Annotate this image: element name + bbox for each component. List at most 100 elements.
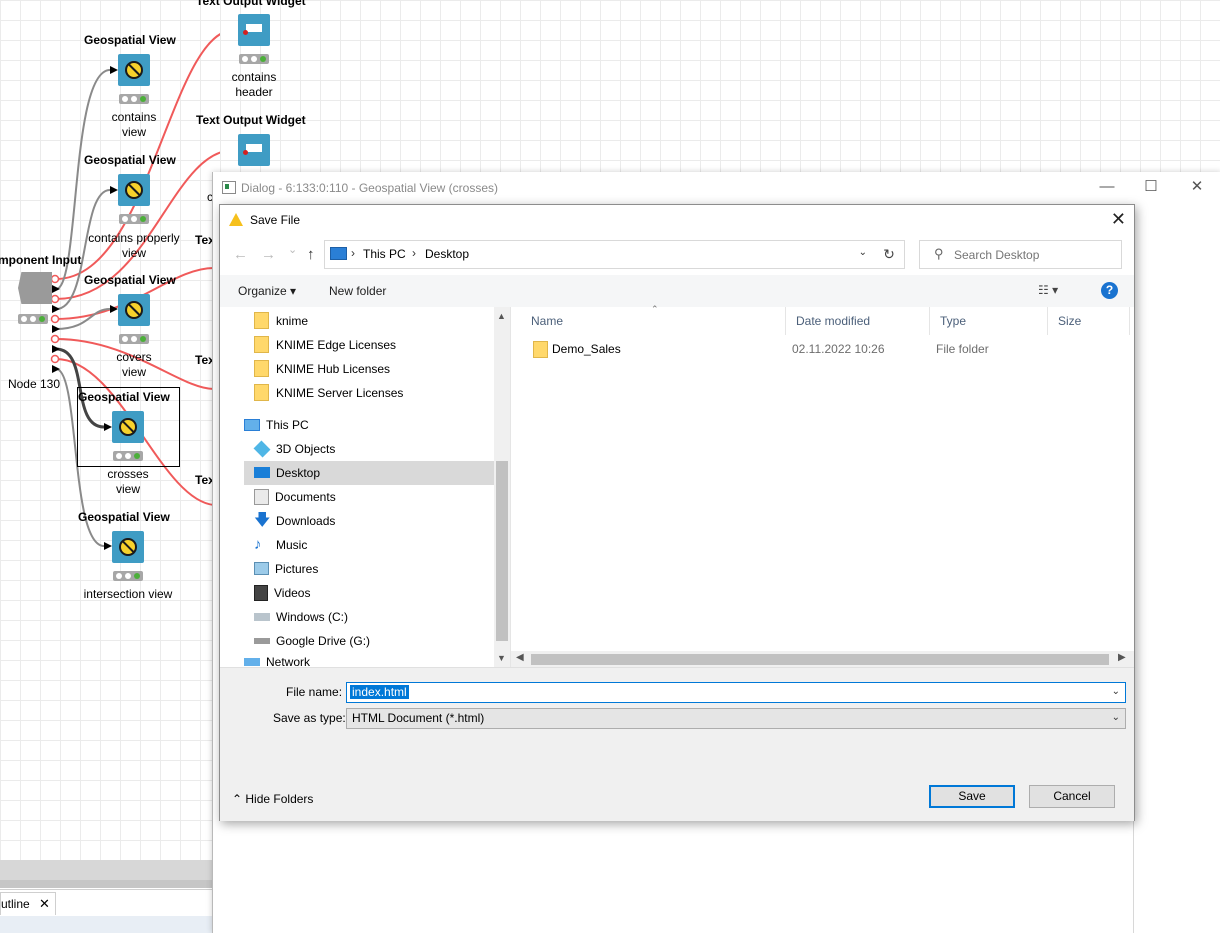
breadcrumb-separator: › [412, 246, 416, 260]
tree-item-label: 3D Objects [276, 442, 336, 456]
navigation-bar: ← → ⌄ ↑ › This PC › Desktop ⌄ ↻ ⚲ [220, 235, 1134, 275]
close-icon[interactable]: ✕ [1111, 209, 1126, 230]
scrollbar-thumb[interactable] [531, 654, 1109, 665]
scrollbar-thumb[interactable] [496, 461, 508, 641]
geospatial-view-icon[interactable] [118, 294, 150, 326]
column-header-date-modified[interactable]: Date modified [786, 307, 930, 335]
tree-item-this-pc[interactable]: This PC [244, 413, 309, 437]
node-label-line: header [235, 85, 273, 99]
node-title: Geospatial View [78, 390, 170, 404]
close-icon[interactable]: ✕ [39, 896, 50, 912]
scroll-left-icon[interactable]: ◀ [516, 652, 524, 663]
tree-item-3d-objects[interactable]: 3D Objects [253, 437, 336, 461]
address-bar[interactable]: › This PC › Desktop ⌄ [324, 240, 876, 269]
organize-button[interactable]: Organize ▾ [238, 284, 296, 298]
chevron-down-icon[interactable]: ⌄ [1112, 712, 1120, 723]
scroll-down-icon[interactable]: ▼ [497, 653, 506, 663]
geospatial-view-icon[interactable] [112, 531, 144, 563]
new-folder-button[interactable]: New folder [329, 284, 386, 298]
tree-item-knime-edge-licenses[interactable]: KNIME Edge Licenses [254, 333, 396, 357]
tree-item-label: Google Drive (G:) [276, 634, 371, 648]
hide-folders-button[interactable]: ⌃ Hide Folders [232, 792, 313, 806]
tree-item-label: Pictures [275, 562, 319, 576]
save-as-type-value: HTML Document (*.html) [352, 711, 485, 725]
tree-item-documents[interactable]: Documents [254, 485, 336, 509]
file-name: Demo_Sales [552, 342, 621, 356]
node-title: Text Output Widget [196, 0, 306, 8]
file-list-hscrollbar[interactable]: ◀ ▶ [511, 651, 1134, 667]
tree-item-label: This PC [266, 418, 309, 432]
geospatial-view-icon[interactable] [112, 411, 144, 443]
chevron-down-icon[interactable]: ⌄ [1112, 686, 1120, 697]
tree-item-knime[interactable]: knime [254, 309, 308, 333]
tree-item-label: knime [276, 314, 309, 328]
tree-item-label: Videos [274, 586, 311, 600]
node-title: Geospatial View [84, 33, 176, 47]
view-options-button[interactable]: ☷ ▾ [1038, 283, 1058, 297]
help-icon[interactable]: ? [1101, 282, 1118, 299]
save-button[interactable]: Save [929, 785, 1015, 808]
file-name-value[interactable]: index.html [350, 685, 409, 699]
maximize-icon[interactable]: ☐ [1131, 176, 1171, 198]
file-name-field[interactable]: index.html ⌄ [346, 682, 1126, 703]
tree-item-knime-hub-licenses[interactable]: KNIME Hub Licenses [254, 357, 390, 381]
forward-arrow-icon[interactable]: → [261, 246, 276, 263]
tree-item-label: Downloads [276, 514, 336, 528]
tree-item-label: Documents [275, 490, 336, 504]
node-title: Geospatial View [78, 510, 170, 524]
node-label: contains view [94, 110, 174, 140]
refresh-button[interactable]: ↻ [874, 240, 905, 269]
tree-item-network[interactable]: Network [244, 657, 310, 667]
close-icon[interactable]: ✕ [1177, 176, 1217, 198]
component-input-title: mponent Input [0, 253, 82, 267]
scroll-up-icon[interactable]: ▲ [497, 311, 506, 321]
node-label-line: view [115, 482, 140, 496]
geospatial-view-icon[interactable] [118, 54, 150, 86]
up-arrow-icon[interactable]: ↑ [307, 246, 315, 263]
tree-item-knime-server-licenses[interactable]: KNIME Server Licenses [254, 381, 403, 405]
search-input[interactable] [952, 245, 1116, 265]
nav-pane-scrollbar[interactable]: ▲ ▼ [494, 307, 510, 667]
breadcrumb-desktop[interactable]: Desktop [425, 247, 469, 261]
minimize-icon[interactable]: — [1087, 176, 1127, 198]
recent-locations-icon[interactable]: ⌄ [288, 243, 297, 256]
cancel-button[interactable]: Cancel [1029, 785, 1115, 808]
back-arrow-icon[interactable]: ← [233, 246, 248, 263]
sort-ascending-icon: ⌃ [651, 304, 659, 314]
file-row[interactable]: Demo_Sales 02.11.2022 10:26 File folder [511, 337, 1134, 361]
tree-item-music[interactable]: ♪ Music [254, 533, 307, 557]
breadcrumb-this-pc[interactable]: This PC [363, 247, 406, 261]
file-name-label: File name: [286, 685, 343, 699]
tree-item-desktop[interactable]: Desktop [244, 461, 494, 485]
tab-outline-label: utline [1, 897, 30, 911]
folder-icon [254, 360, 269, 378]
tree-item-label: KNIME Server Licenses [276, 386, 404, 400]
node-label-line: view [121, 246, 146, 260]
text-output-widget-icon[interactable] [238, 134, 270, 166]
desktop-icon [254, 467, 270, 479]
tree-item-windows-c[interactable]: Windows (C:) [254, 605, 348, 629]
geospatial-view-icon[interactable] [118, 174, 150, 206]
tab-outline[interactable]: utline ✕ [0, 892, 56, 915]
tree-item-pictures[interactable]: Pictures [254, 557, 318, 581]
text-output-widget-icon[interactable] [238, 14, 270, 46]
file-type: File folder [936, 342, 989, 356]
column-header-type[interactable]: Type [930, 307, 1048, 335]
file-date-modified: 02.11.2022 10:26 [792, 342, 885, 356]
component-input-node[interactable] [18, 272, 52, 304]
tree-item-videos[interactable]: Videos [254, 581, 310, 605]
column-header-size[interactable]: Size [1048, 307, 1130, 335]
chevron-down-icon[interactable]: ⌄ [859, 247, 867, 258]
tree-item-label: Music [276, 538, 308, 552]
node-label-line: contains [231, 70, 277, 84]
scroll-right-icon[interactable]: ▶ [1118, 652, 1126, 663]
node-label: covers view [94, 350, 174, 380]
node-status-lights [239, 54, 269, 64]
node-label: contains properly view [84, 231, 184, 261]
save-as-type-select[interactable]: HTML Document (*.html) ⌄ [346, 708, 1126, 729]
network-icon [244, 657, 260, 666]
tree-item-downloads[interactable]: 🡇 Downloads [254, 509, 335, 533]
tree-item-google-drive[interactable]: Google Drive (G:) [254, 629, 370, 653]
search-box[interactable]: ⚲ [919, 240, 1122, 269]
this-pc-icon [244, 418, 260, 431]
